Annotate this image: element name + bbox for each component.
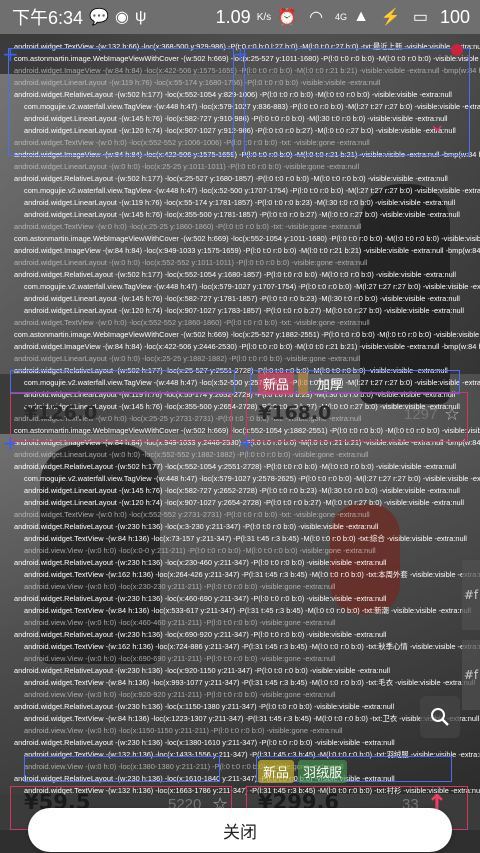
debug-overlay-line: android.view.View -(w:0 h:0) -loc(x:690-… [24,654,336,663]
debug-overlay-line: android.widget.RelativeLayout -(w:502 h:… [14,174,448,183]
battery-level: 100 [439,6,470,27]
debug-overlay-line: android.widget.TextView -(w:84 h:136) -l… [24,678,476,687]
signal-icon: ▲ [353,8,369,25]
favorite-count: 1297 [404,406,438,423]
side-tab[interactable]: #f [462,560,480,630]
debug-overlay-line: android.view.View -(w:0 h:0) -loc(x:0-0 … [24,546,376,555]
debug-overlay-line: android.widget.LinearLayout -(w:119 h:76… [24,198,456,207]
debug-overlay-line: android.view.View -(w:0 h:0) -loc(x:1150… [24,726,343,735]
network-speed: 1.09 [215,6,251,27]
chat-bubble-icon: 💬 [89,9,109,26]
debug-overlay-line: android.widget.LinearLayout -(w:120 h:74… [24,498,464,507]
debug-overlay-line: android.view.View -(w:0 h:0) -loc(x:460-… [24,618,336,627]
search-icon [431,708,449,726]
debug-overlay-line: android.widget.ImageView -(w:84 h:84) -l… [14,342,480,351]
debug-overlay-line: android.widget.LinearLayout -(w:0 h:0) -… [14,354,361,363]
debug-overlay-line: android.widget.LinearLayout -(w:0 h:0) -… [14,162,360,171]
debug-overlay-line: android.widget.RelativeLayout -(w:502 h:… [14,270,457,279]
debug-overlay-line: com.mogujie.v2.waterfall.view.TagView -(… [24,282,480,291]
debug-overlay-line: android.view.View -(w:0 h:0) -loc(x:230-… [24,582,336,591]
alarm-icon: ⏰ [277,9,298,26]
notification-dot [451,44,463,56]
battery-icon: ▭ [412,9,428,26]
debug-overlay-line: android.widget.LinearLayout -(w:145 h:76… [24,486,460,495]
debug-overlay-line: android.widget.RelativeLayout -(w:230 h:… [14,630,387,639]
debug-overlay-line: com.astonmartin.image.WebImageViewWithCo… [14,234,480,243]
tag-chip: 新品 [258,760,295,783]
tag-chip [298,372,309,395]
tag-chip: 加厚 [317,377,344,392]
debug-bound-box [24,756,220,782]
debug-bound-box [8,48,234,156]
search-button[interactable] [420,696,460,738]
debug-overlay-line: com.mogujie.v2.waterfall.view.TagView -(… [24,186,480,195]
debug-overlay-line: com.mogujie.v2.waterfall.view.TagView -(… [24,474,480,483]
debug-overlay-line: android.widget.RelativeLayout -(w:230 h:… [14,702,395,711]
debug-overlay-line: android.widget.TextView -(w:84 h:136) -l… [24,714,480,723]
tag-row-upper: 新品 加厚 [258,372,348,395]
debug-overlay-line: android.widget.LinearLayout -(w:0 h:0) -… [14,258,368,267]
debug-overlay-line: android.widget.ImageView -(w:84 h:84) -l… [14,246,480,255]
product-price: ¥168.0 [258,402,332,424]
debug-overlay-line: android.widget.RelativeLayout -(w:502 h:… [14,462,457,471]
debug-overlay-line: android.widget.TextView -(w:84 h:136) -l… [24,534,467,543]
status-bar: 下午6:34 💬 ◉ ψ 1.09 K/s ⏰ ◠ 4G ▲ ⚡ ▭ 100 [0,0,480,34]
usb-icon: ψ [134,8,147,25]
crosshair-icon: + [2,42,19,66]
debug-overlay-line: android.widget.LinearLayout -(w:145 h:76… [24,210,460,219]
star-icon[interactable]: ☆ [444,404,460,425]
network-speed-unit: K/s [256,11,272,23]
debug-bound-box [244,48,470,156]
chevron-down-icon[interactable]: ⌄ [428,112,446,137]
debug-overlay-line: android.view.View -(w:0 h:0) -loc(x:920-… [24,690,336,699]
debug-overlay-line: android.widget.RelativeLayout -(w:230 h:… [14,666,391,675]
product-price: ¥126.0 [24,402,98,424]
debug-overlay-line: android.widget.RelativeLayout -(w:230 h:… [14,594,387,603]
debug-overlay-line: android.widget.TextView -(w:0 h:0) -loc(… [14,318,370,327]
crosshair-icon: + [2,431,19,455]
debug-overlay-line: android.widget.RelativeLayout -(w:230 h:… [14,558,387,567]
debug-overlay-line: android.widget.TextView -(w:0 h:0) -loc(… [14,510,370,519]
charging-icon: ⚡ [380,9,401,26]
debug-overlay-line: android.widget.RelativeLayout -(w:230 h:… [14,522,379,531]
account-circle-icon: ◉ [114,9,129,26]
side-tab[interactable]: #f [462,640,480,710]
signal-label: 4G [335,12,348,22]
crosshair-icon: + [232,42,249,66]
status-right-group: 1.09 K/s ⏰ ◠ 4G ▲ ⚡ ▭ 100 [216,7,470,28]
debug-overlay-line: android.widget.TextView -(w:162 h:136) -… [24,642,480,651]
debug-overlay-line: android.widget.LinearLayout -(w:145 h:76… [24,294,460,303]
tag-row-lower: 新品 羽绒服 [258,760,348,783]
close-button[interactable]: 关闭 [28,808,452,852]
debug-overlay-line: android.widget.TextView -(w:0 h:0) -loc(… [14,222,362,231]
debug-overlay-line: android.widget.TextView -(w:162 h:136) -… [24,570,480,579]
debug-bound-box [10,370,235,394]
tag-chip: 新品 [258,372,295,395]
debug-overlay-line: com.astonmartin.image.WebImageViewWithCo… [14,330,480,339]
debug-overlay-line: android.widget.LinearLayout -(w:120 h:74… [24,306,464,315]
tag-chip: 羽绒服 [298,760,348,783]
debug-overlay-line: android.widget.RelativeLayout -(w:230 h:… [14,738,395,747]
crosshair-icon: + [238,431,255,455]
debug-overlay-line: android.widget.TextView -(w:84 h:136) -l… [24,606,472,615]
status-time: 下午6:34 [12,8,84,28]
wifi-icon: ◠ [309,9,324,26]
